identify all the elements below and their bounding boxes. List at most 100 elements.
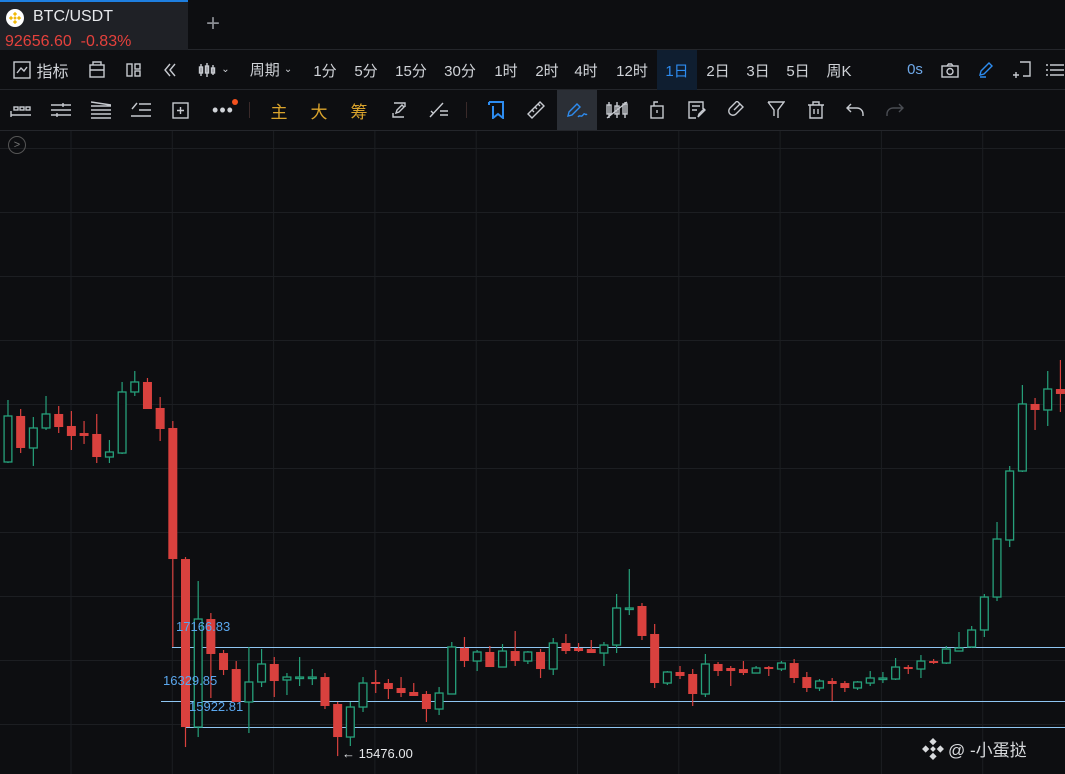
note-button[interactable] [684,90,710,130]
more-icon: ••• [212,99,234,120]
undo-button[interactable] [842,90,868,130]
divider [249,102,250,118]
tab-price-change: 92656.60 -0.83% [5,33,131,51]
drawing-toggle-button[interactable] [974,50,998,89]
candle-body [472,651,482,662]
delete-button[interactable] [803,90,829,130]
candle-body [802,677,812,688]
candle-body [814,680,825,689]
candle-body [675,671,685,676]
candle-body [434,692,444,710]
redo-button[interactable] [882,90,908,130]
candle-body [409,691,419,696]
sync-edit-icon [392,102,406,118]
candle-body [459,647,469,662]
magnet-button[interactable] [723,90,749,130]
candle-tool-button[interactable] [604,90,630,130]
big-order-button[interactable]: 大 [306,90,332,130]
candle-body [485,651,495,668]
brush-button[interactable] [557,90,597,130]
candle-body [941,648,951,664]
tab-btc-usdt[interactable]: BTC/USDT 92656.60 -0.83% [0,0,188,50]
expand-panel-button[interactable]: > [8,136,26,154]
candle-body [155,407,165,430]
candle-body [713,663,723,672]
filter-button[interactable] [763,90,789,130]
candle-body [257,663,267,683]
binance-logo-icon [6,9,24,27]
candle-body [1055,389,1065,394]
tab-symbol: BTC/USDT [33,8,113,25]
interval-7[interactable]: 12时 [611,50,653,90]
ruler-button[interactable] [523,90,549,130]
interval-8[interactable]: 1日 [657,50,697,90]
candle-body [878,677,888,681]
main-indicator-button[interactable]: 主 [266,90,292,130]
price-scale-button[interactable] [8,90,34,130]
interval-0[interactable]: 1分 [310,50,340,90]
brush-icon [567,103,588,118]
trend-swap-icon [429,102,448,118]
add-window-button[interactable] [1010,50,1034,89]
interval-11[interactable]: 5日 [782,50,814,90]
interval-12[interactable]: 周K [822,50,856,90]
candle-body [142,381,152,410]
candle-body [295,676,305,680]
interval-4[interactable]: 1时 [490,50,522,90]
screenshot-button[interactable] [938,50,962,89]
interval-9[interactable]: 2日 [702,50,734,90]
candle-body [345,706,355,738]
interval-2[interactable]: 15分 [391,50,431,90]
candle-body [624,607,634,611]
candle-body [510,651,520,662]
level-label-3: 15922.81 [189,699,244,714]
interval-3[interactable]: 30分 [440,50,480,90]
candle-body [307,676,317,680]
more-tools-button[interactable]: ••• [208,90,238,130]
candle-body [117,391,127,454]
bookmark-button[interactable] [484,90,510,130]
divider [466,102,467,118]
sync-drawing-button[interactable] [386,90,412,130]
chevron-right-icon: > [13,139,21,151]
candle-body [54,413,64,428]
ruler-icon [527,101,545,119]
interval-1[interactable]: 5分 [350,50,382,90]
add-tab-button[interactable]: + [206,10,220,38]
fib-button[interactable] [88,90,114,130]
pattern-button[interactable] [128,90,154,130]
candle-body [599,644,609,654]
candle-body [536,651,546,670]
candle-body [358,682,368,708]
interval-5[interactable]: 2时 [531,50,563,90]
candle-body [688,673,698,694]
candle-body [371,681,381,684]
trend-tool-button[interactable] [426,90,452,130]
horizontal-lines-button[interactable] [48,90,74,130]
countdown: 0s [907,61,923,78]
candle-body [827,681,837,684]
candle-body [41,413,51,429]
candle-body [66,425,76,436]
measure-button[interactable] [168,90,194,130]
candlestick-chart[interactable] [0,131,1065,774]
candle-body [662,671,672,684]
lock-button[interactable] [644,90,670,130]
candle-body [929,661,939,664]
camera-icon [941,62,959,78]
candle-body [979,596,989,631]
tab-bar: BTC/USDT 92656.60 -0.83% + [0,0,1065,50]
interval-10[interactable]: 3日 [742,50,774,90]
menu-button[interactable] [1044,50,1065,89]
interval-6[interactable]: 4时 [570,50,602,90]
candle-body [586,649,596,654]
pattern-lines-icon [131,102,151,117]
tab-price: 92656.60 [5,33,72,50]
pen-icon [979,61,993,78]
chip-distribution-button[interactable]: 筹 [346,90,372,130]
candle-body [865,677,875,684]
undo-icon [846,103,864,116]
candle-body [650,633,660,684]
candle-body [421,693,431,710]
lock-icon [650,101,664,119]
